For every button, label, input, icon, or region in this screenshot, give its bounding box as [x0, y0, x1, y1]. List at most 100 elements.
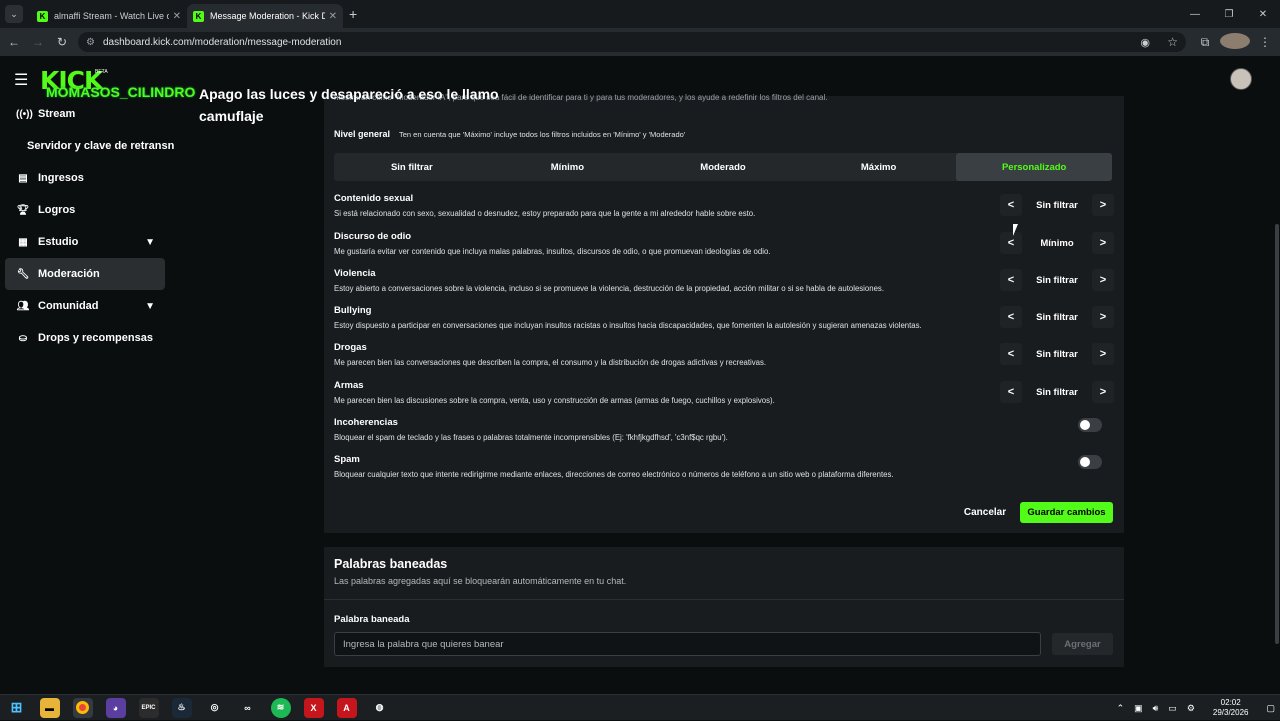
- epic-games-icon[interactable]: EPIC: [138, 697, 159, 718]
- obs-icon[interactable]: ◎: [205, 698, 225, 718]
- discord-icon[interactable]: ◕: [105, 697, 126, 718]
- browser-address-bar: ← → ↻ ⚙ dashboard.kick.com/moderation/me…: [0, 28, 1280, 56]
- close-tab-icon[interactable]: ✕: [173, 11, 181, 22]
- sidebar-item-comunidad[interactable]: 👥︎ Comunidad ▼: [0, 290, 175, 322]
- reload-icon[interactable]: ↻: [50, 35, 74, 49]
- browser-tab-stream[interactable]: K almaffi Stream - Watch Live on ✕: [31, 4, 187, 28]
- sidebar-item-ingresos[interactable]: ▤ Ingresos: [0, 162, 175, 194]
- add-word-button[interactable]: Agregar: [1052, 633, 1113, 655]
- stream-overlay-title: Apago las luces y desapareció a eso le l…: [199, 86, 499, 124]
- eye-off-icon[interactable]: ◉: [1140, 36, 1150, 49]
- file-explorer-icon[interactable]: ▬: [39, 697, 60, 718]
- browser-tab-moderation[interactable]: K Message Moderation - Kick Da ✕: [187, 4, 343, 28]
- chevron-left-icon[interactable]: <: [1000, 232, 1022, 254]
- steam-icon[interactable]: ♨: [171, 697, 192, 718]
- tab-search-button[interactable]: ⌄: [5, 5, 23, 23]
- notifications-icon[interactable]: ▢: [1266, 703, 1275, 714]
- close-tab-icon[interactable]: ✕: [329, 11, 337, 22]
- filter-level-selector: Sin filtrar Mínimo Moderado Máximo Perso…: [334, 153, 1112, 181]
- sidebar-item-label: Ingresos: [38, 172, 84, 184]
- filter-description: Me parecen bien las conversaciones que d…: [334, 358, 767, 367]
- volume-icon[interactable]: 🔊︎: [1153, 703, 1159, 714]
- minimize-icon[interactable]: —: [1178, 0, 1212, 28]
- filter-title: Armas: [334, 380, 364, 391]
- toggle-incoherencias: Incoherencias Bloquear el spam de teclad…: [334, 417, 1114, 453]
- sidebar-item-label: Estudio: [38, 236, 79, 248]
- app-a-icon[interactable]: A: [336, 697, 357, 718]
- tab-title: Message Moderation - Kick Da: [210, 11, 325, 21]
- sidebar-item-estudio[interactable]: ▦ Estudio ▼: [0, 226, 175, 258]
- mouse-cursor-icon: [1013, 224, 1018, 236]
- new-tab-icon[interactable]: +: [349, 6, 357, 22]
- app-circle-icon[interactable]: ◍: [370, 698, 390, 718]
- filter-bullying: Bullying Estoy dispuesto a participar en…: [334, 305, 1114, 341]
- chevron-right-icon[interactable]: >: [1091, 306, 1114, 328]
- level-personalizado[interactable]: Personalizado: [956, 153, 1112, 181]
- divider: [324, 599, 1124, 600]
- filter-stepper: < Sin filtrar >: [1000, 268, 1114, 292]
- filter-value: Mínimo: [1040, 237, 1074, 249]
- filter-value: Sin filtrar: [1036, 311, 1078, 323]
- sidebar-item-moderacion[interactable]: 🔧︎ Moderación: [5, 258, 165, 290]
- sidebar-item-stream[interactable]: ((•)) Stream: [0, 98, 175, 130]
- sidebar-item-logros[interactable]: 🏆︎ Logros: [0, 194, 175, 226]
- settings-gear-icon[interactable]: ⚙: [1187, 703, 1195, 714]
- chevron-left-icon[interactable]: <: [1000, 269, 1022, 291]
- nivel-general-label: Nivel general: [334, 129, 391, 139]
- hamburger-menu-icon[interactable]: ☰: [14, 70, 28, 90]
- chevron-right-icon[interactable]: >: [1091, 194, 1114, 216]
- controller-icon[interactable]: ∞: [238, 698, 258, 718]
- incoherencias-toggle[interactable]: [1078, 418, 1102, 432]
- site-info-icon[interactable]: ⚙: [86, 37, 95, 48]
- profile-icon[interactable]: [1220, 32, 1250, 52]
- level-maximo[interactable]: Máximo: [801, 153, 957, 181]
- chevron-right-icon[interactable]: >: [1091, 343, 1114, 365]
- level-moderado[interactable]: Moderado: [645, 153, 801, 181]
- trophy-icon: 🏆︎: [16, 204, 30, 216]
- url-field[interactable]: ⚙ dashboard.kick.com/moderation/message-…: [78, 32, 1186, 52]
- filter-title: Spam: [334, 454, 360, 465]
- back-icon[interactable]: ←: [2, 35, 26, 49]
- network-icon[interactable]: ▣: [1134, 703, 1143, 714]
- level-sin-filtrar[interactable]: Sin filtrar: [334, 153, 490, 181]
- chevron-left-icon[interactable]: <: [1000, 343, 1022, 365]
- page-scrollbar[interactable]: [1275, 224, 1279, 644]
- filter-stepper: < Sin filtrar >: [1000, 193, 1114, 217]
- chevron-left-icon[interactable]: <: [1000, 194, 1022, 216]
- filter-description: Estoy dispuesto a participar en conversa…: [334, 321, 922, 330]
- spam-toggle[interactable]: [1078, 455, 1102, 469]
- chevron-right-icon[interactable]: >: [1092, 232, 1114, 254]
- level-minimo[interactable]: Mínimo: [490, 153, 646, 181]
- battery-icon[interactable]: ▭: [1168, 703, 1177, 714]
- banned-word-input[interactable]: Ingresa la palabra que quieres banear: [334, 632, 1041, 656]
- restore-icon[interactable]: ❐: [1212, 0, 1246, 28]
- extensions-icon[interactable]: ⧉: [1190, 35, 1220, 50]
- sidebar-item-label: Stream: [38, 108, 76, 120]
- filter-description: Bloquear cualquier texto que intente red…: [334, 470, 894, 479]
- more-menu-icon[interactable]: ⋮: [1250, 35, 1280, 49]
- windows-start-icon[interactable]: ⊞: [7, 698, 27, 718]
- chevron-right-icon[interactable]: >: [1091, 381, 1114, 403]
- app-x-icon[interactable]: X: [303, 697, 324, 718]
- chevron-left-icon[interactable]: <: [1000, 306, 1022, 328]
- clock[interactable]: 02:02 29/3/2026: [1208, 698, 1254, 718]
- forward-icon[interactable]: →: [26, 35, 50, 49]
- spotify-icon[interactable]: ≋: [270, 697, 291, 718]
- close-window-icon[interactable]: ✕: [1246, 0, 1280, 28]
- filter-violencia: Violencia Estoy abierto a conversaciones…: [334, 268, 1114, 304]
- tab-title: almaffi Stream - Watch Live on: [54, 11, 169, 21]
- window-controls: — ❐ ✕: [1178, 0, 1280, 28]
- clock-date: 29/3/2026: [1212, 708, 1249, 717]
- sidebar-item-server-key[interactable]: Servidor y clave de retransn: [0, 130, 175, 162]
- chevron-right-icon[interactable]: >: [1091, 269, 1114, 291]
- chrome-icon[interactable]: [72, 697, 93, 718]
- cancel-button[interactable]: Cancelar: [958, 502, 1012, 522]
- sidebar-item-drops[interactable]: ⛀ Drops y recompensas: [0, 322, 175, 354]
- save-button[interactable]: Guardar cambios: [1020, 502, 1113, 523]
- avatar[interactable]: [1230, 68, 1252, 90]
- bookmark-star-icon[interactable]: ☆: [1167, 35, 1178, 49]
- chevron-left-icon[interactable]: <: [1000, 381, 1022, 403]
- sidebar-item-label: Logros: [38, 204, 76, 216]
- tray-expand-icon[interactable]: ⌃: [1117, 703, 1125, 714]
- filter-contenido-sexual: Contenido sexual Si está relacionado con…: [334, 193, 1114, 229]
